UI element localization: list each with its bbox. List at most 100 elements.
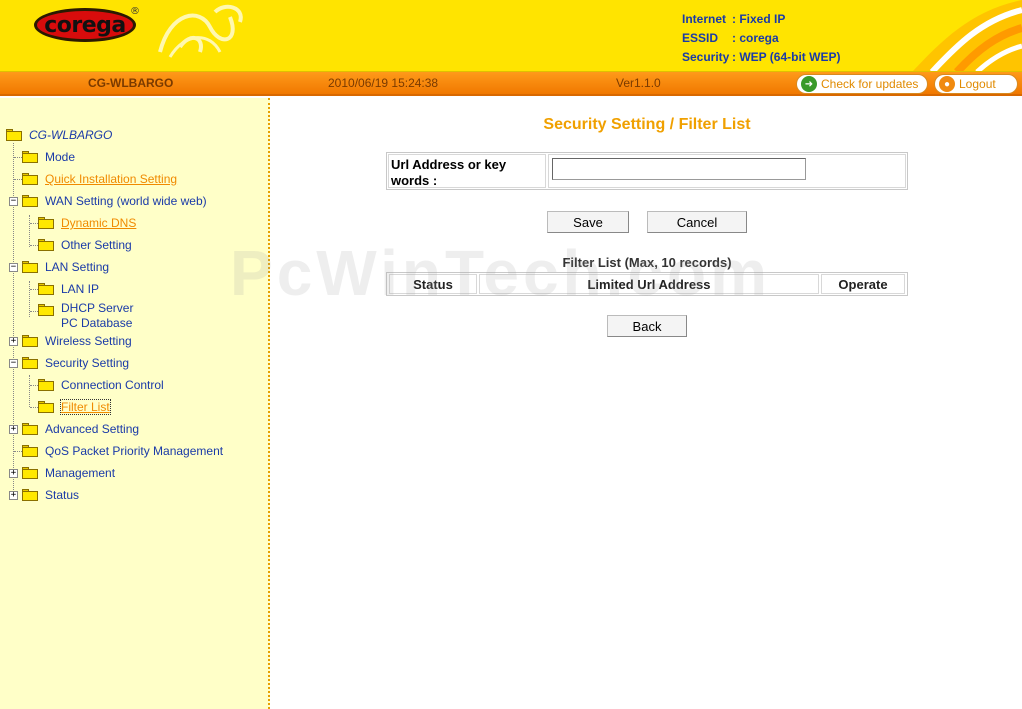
sidebar-item-label: LAN IP (61, 282, 100, 296)
sidebar-item-label: Status (45, 488, 80, 502)
url-address-input[interactable] (552, 158, 806, 180)
expand-icon[interactable]: + (9, 337, 18, 346)
sidebar-root[interactable]: CG-WLBARGO (6, 127, 112, 143)
logo-text: corega (44, 12, 126, 38)
page-title: Security Setting / Filter List (543, 116, 751, 133)
logout-button[interactable]: ● Logout (934, 74, 1018, 94)
main-content: Security Setting / Filter List Url Addre… (272, 98, 1022, 709)
check-for-updates-button[interactable]: ➜ Check for updates (796, 74, 928, 94)
sidebar-item-advanced-setting[interactable]: Advanced Setting (22, 421, 139, 437)
collapse-icon[interactable]: − (9, 359, 18, 368)
sidebar-item-label: Filter List (60, 399, 111, 415)
sidebar-item-label: WAN Setting (world wide web) (45, 194, 207, 208)
column-header-operate: Operate (821, 274, 905, 294)
sidebar-item-label: LAN Setting (45, 260, 110, 274)
sidebar-item-connection-control[interactable]: Connection Control (38, 377, 164, 393)
expand-icon[interactable]: + (9, 491, 18, 500)
status-key: Internet (682, 12, 727, 26)
status-value: : WEP (64-bit WEP) (732, 50, 841, 64)
sidebar-item-security-setting[interactable]: Security Setting (22, 355, 129, 371)
decorative-swirl-icon (158, 4, 243, 58)
status-security: Security : WEP (64-bit WEP) (682, 48, 840, 67)
user-icon: ● (939, 76, 955, 92)
folder-icon (22, 489, 38, 501)
sidebar-item-label: Security Setting (45, 356, 130, 370)
sidebar-item-label: Mode (45, 150, 76, 164)
folder-open-icon (6, 129, 22, 141)
sidebar-item-status[interactable]: Status (22, 487, 79, 503)
folder-icon (38, 239, 54, 251)
sidebar-item-qos[interactable]: QoS Packet Priority Management (22, 443, 223, 459)
status-value: : corega (732, 31, 779, 45)
sidebar-item-label: Connection Control (61, 378, 164, 392)
folder-icon (22, 445, 38, 457)
folder-icon (38, 304, 54, 316)
sidebar-item-dhcp-server[interactable]: DHCP Server PC Database (38, 301, 133, 331)
corner-swoosh-icon (912, 0, 1022, 71)
folder-icon (22, 173, 38, 185)
save-button[interactable]: Save (547, 211, 629, 233)
folder-icon (38, 217, 54, 229)
sidebar-item-label: Other Setting (61, 238, 132, 252)
status-internet: Internet : Fixed IP (682, 10, 840, 29)
collapse-icon[interactable]: − (9, 263, 18, 272)
url-form: Url Address or key words : (386, 152, 908, 190)
sidebar-item-lan-setting[interactable]: LAN Setting (22, 259, 109, 275)
top-info-bar: CG-WLBARGO 2010/06/19 15:24:38 Ver1.1.0 … (0, 72, 1022, 96)
folder-icon (22, 151, 38, 163)
folder-icon (38, 379, 54, 391)
folder-open-icon (22, 195, 38, 207)
folder-icon (38, 401, 54, 413)
sidebar-item-wan-setting[interactable]: WAN Setting (world wide web) (22, 193, 207, 209)
sidebar-item-label: Quick Installation Setting (45, 172, 178, 186)
folder-icon (38, 283, 54, 295)
sidebar-item-label: Wireless Setting (45, 334, 132, 348)
sidebar-item-other-setting[interactable]: Other Setting (38, 237, 132, 253)
column-header-status: Status (389, 274, 477, 294)
folder-open-icon (22, 357, 38, 369)
back-button[interactable]: Back (607, 315, 687, 337)
sidebar-item-management[interactable]: Management (22, 465, 115, 481)
sidebar-item-filter-list[interactable]: Filter List (38, 399, 111, 415)
expand-icon[interactable]: + (9, 425, 18, 434)
filter-list-caption: Filter List (Max, 10 records) (562, 255, 732, 270)
connection-status: Internet : Fixed IP ESSID : corega Secur… (682, 10, 840, 67)
cancel-button[interactable]: Cancel (647, 211, 747, 233)
sidebar-item-label: Dynamic DNS (61, 216, 137, 230)
sidebar-item-lan-ip[interactable]: LAN IP (38, 281, 99, 297)
folder-open-icon (22, 261, 38, 273)
arrow-right-icon: ➜ (801, 76, 817, 92)
url-address-label: Url Address or key words : (388, 154, 546, 188)
sidebar-item-label: Management (45, 466, 116, 480)
logout-label: Logout (959, 77, 996, 91)
status-key: ESSID (682, 31, 719, 45)
sidebar-item-label: DHCP Server (61, 301, 134, 315)
sidebar-root-label: CG-WLBARGO (29, 128, 113, 142)
sidebar-nav: − − + − + + + CG-WLBARGO Mode Quick Inst… (0, 98, 270, 709)
folder-icon (22, 335, 38, 347)
sidebar-item-label: PC Database (61, 316, 133, 330)
corega-logo: corega (34, 8, 136, 42)
sidebar-item-mode[interactable]: Mode (22, 149, 75, 165)
sidebar-item-dynamic-dns[interactable]: Dynamic DNS (38, 215, 136, 231)
url-field-cell (548, 154, 906, 188)
status-key: Security (682, 50, 730, 64)
folder-icon (22, 467, 38, 479)
collapse-icon[interactable]: − (9, 197, 18, 206)
tree-line (29, 215, 30, 247)
sidebar-item-label: Advanced Setting (45, 422, 140, 436)
status-value: : Fixed IP (732, 12, 786, 26)
sidebar-item-label-group: DHCP Server PC Database (61, 301, 133, 331)
check-updates-label: Check for updates (821, 77, 919, 91)
expand-icon[interactable]: + (9, 469, 18, 478)
status-essid: ESSID : corega (682, 29, 840, 48)
registered-mark: ® (130, 6, 140, 17)
folder-icon (22, 423, 38, 435)
current-datetime: 2010/06/19 15:24:38 (328, 76, 439, 90)
filter-list-table: Status Limited Url Address Operate (386, 272, 908, 296)
header: corega ® Internet : Fixed IP ESSID : cor… (0, 0, 1022, 72)
sidebar-item-label: QoS Packet Priority Management (45, 444, 224, 458)
sidebar-item-wireless-setting[interactable]: Wireless Setting (22, 333, 132, 349)
sidebar-item-quick-installation[interactable]: Quick Installation Setting (22, 171, 177, 187)
column-header-url: Limited Url Address (479, 274, 819, 294)
